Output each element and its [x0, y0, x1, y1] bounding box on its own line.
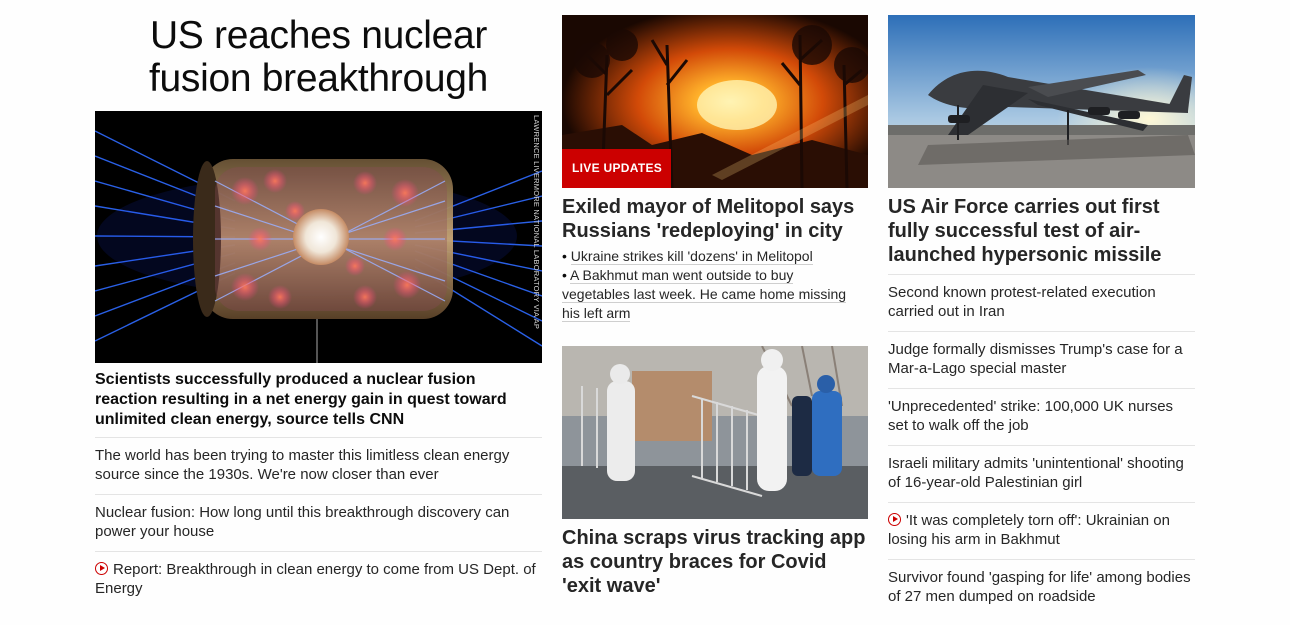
right-headlines-list: Second known protest-related execution c… [888, 274, 1195, 616]
fusion-illustration [95, 111, 542, 363]
list-item-text: Nuclear fusion: How long until this brea… [95, 504, 510, 540]
play-icon [95, 562, 108, 575]
china-covid-image[interactable] [562, 346, 868, 519]
list-item-text: 'It was completely torn off': Ukrainian … [888, 512, 1170, 548]
list-item[interactable]: Survivor found 'gasping for life' among … [888, 559, 1195, 616]
melitopol-headline[interactable]: Exiled mayor of Melitopol says Russians … [562, 195, 868, 243]
lead-headline-link[interactable]: US reaches nuclear fusion breakthrough [149, 14, 488, 100]
melitopol-headline-link[interactable]: Exiled mayor of Melitopol says Russians … [562, 196, 854, 242]
list-item-text: Israeli military admits 'unintentional' … [888, 455, 1184, 491]
list-item-text: Report: Breakthrough in clean energy to … [95, 561, 536, 597]
bullet-item: • Ukraine strikes kill 'dozens' in Melit… [562, 248, 813, 265]
list-item[interactable]: Israeli military admits 'unintentional' … [888, 445, 1195, 502]
lead-subheadline-link[interactable]: Scientists successfully produced a nucle… [95, 370, 542, 430]
bullet-item: • A Bakhmut man went outside to buy vege… [562, 267, 847, 322]
play-icon [888, 513, 901, 526]
list-item[interactable]: 'Unprecedented' strike: 100,000 UK nurse… [888, 388, 1195, 445]
list-item[interactable]: Judge formally dismisses Trump's case fo… [888, 331, 1195, 388]
list-item-text: Second known protest-related execution c… [888, 284, 1156, 320]
bullet-link[interactable]: Ukraine strikes kill 'dozens' in Melitop… [570, 248, 813, 265]
air-force-image[interactable] [888, 15, 1195, 188]
list-item[interactable]: The world has been trying to master this… [95, 437, 542, 494]
list-item[interactable]: Nuclear fusion: How long until this brea… [95, 494, 542, 551]
china-headline[interactable]: China scraps virus tracking app as count… [562, 526, 868, 598]
list-item[interactable]: Report: Breakthrough in clean energy to … [95, 551, 542, 608]
list-item-text: Survivor found 'gasping for life' among … [888, 569, 1191, 605]
image-credit: LAWRENCE LIVERMORE NATIONAL LABORATORY V… [532, 115, 541, 330]
covid-photo [562, 346, 868, 519]
melitopol-fire-image[interactable]: LIVE UPDATES [562, 15, 868, 188]
air-force-headline[interactable]: US Air Force carries out first fully suc… [888, 195, 1195, 267]
china-headline-link[interactable]: China scraps virus tracking app as count… [562, 527, 865, 597]
bullet-link[interactable]: A Bakhmut man went outside to buy vegeta… [562, 267, 847, 322]
lead-related-list: The world has been trying to master this… [95, 437, 542, 608]
bomber-photo [888, 15, 1195, 188]
live-updates-badge: LIVE UPDATES [562, 149, 672, 188]
list-item[interactable]: 'It was completely torn off': Ukrainian … [888, 502, 1195, 559]
list-item-text: The world has been trying to master this… [95, 447, 510, 483]
melitopol-bullets: • Ukraine strikes kill 'dozens' in Melit… [562, 247, 862, 323]
lead-story: US reaches nuclear fusion breakthrough L… [95, 0, 542, 597]
list-item-text: 'Unprecedented' strike: 100,000 UK nurse… [888, 398, 1174, 434]
air-force-headline-link[interactable]: US Air Force carries out first fully suc… [888, 196, 1161, 266]
list-item-text: Judge formally dismisses Trump's case fo… [888, 341, 1183, 377]
lead-headline[interactable]: US reaches nuclear fusion breakthrough [95, 14, 542, 100]
list-item[interactable]: Second known protest-related execution c… [888, 274, 1195, 331]
fusion-image[interactable]: LAWRENCE LIVERMORE NATIONAL LABORATORY V… [95, 111, 542, 363]
